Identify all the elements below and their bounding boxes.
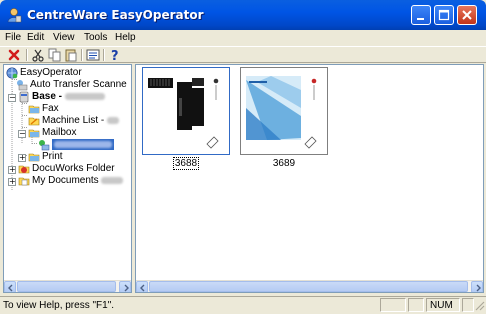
toolbar-separator (103, 49, 105, 61)
status-cell-empty (380, 298, 406, 312)
scroll-right-button[interactable] (119, 281, 131, 292)
app-icon (6, 7, 22, 23)
scroll-right-button[interactable] (471, 281, 483, 292)
machine-list-icon (28, 115, 40, 127)
easyoperator-icon (6, 67, 18, 79)
delete-icon[interactable] (7, 48, 21, 62)
view-horizontal-scrollbar[interactable] (136, 280, 483, 292)
menu-help[interactable]: Help (115, 32, 136, 43)
thumbnail-label: 3688 (172, 157, 200, 170)
toolbar-separator (81, 49, 83, 61)
status-bar: To view Help, press "F1". NUM (0, 296, 486, 313)
menu-view[interactable]: View (53, 32, 75, 43)
minimize-button[interactable] (411, 5, 431, 25)
document-thumbnail[interactable] (142, 67, 230, 155)
menu-bar: File Edit View Tools Help (0, 30, 486, 46)
document-preview (244, 71, 324, 151)
my-documents-label: My Documents (32, 175, 99, 186)
folder-tree[interactable]: EasyOperator Auto Transfer Scanne − Base… (3, 64, 132, 293)
help-icon[interactable]: ? (108, 48, 122, 64)
document-view[interactable]: 3688 3689 (135, 64, 484, 293)
menu-tools[interactable]: Tools (84, 32, 107, 43)
redacted-address (64, 92, 105, 100)
resize-grip-icon[interactable] (474, 300, 485, 314)
scroll-left-button[interactable] (4, 281, 16, 292)
toolbar-separator (26, 49, 28, 61)
svg-text:?: ? (111, 49, 119, 62)
menu-file[interactable]: File (5, 32, 21, 43)
status-cell-empty (462, 298, 474, 312)
tree-horizontal-scrollbar[interactable] (4, 280, 131, 292)
menu-edit[interactable]: Edit (27, 32, 44, 43)
docuworks-icon (18, 163, 30, 175)
mailbox-icon (38, 139, 50, 151)
expander-print[interactable]: + (18, 154, 26, 162)
redacted-text (101, 176, 124, 184)
machine-list-label: Machine List - (42, 115, 105, 126)
folder-open-icon (28, 127, 40, 139)
expander-mailbox[interactable]: − (18, 130, 26, 138)
maximize-button[interactable] (434, 5, 454, 25)
window-title: CentreWare EasyOperator (27, 8, 204, 22)
toolbar: ? (0, 46, 486, 64)
status-cell-empty (408, 298, 424, 312)
selected-mailbox (52, 139, 114, 150)
scanner-icon (16, 79, 28, 91)
redacted-mailbox-name (54, 140, 112, 148)
properties-icon[interactable] (86, 48, 100, 62)
folder-icon (28, 103, 40, 115)
expander-my-documents[interactable]: + (8, 178, 16, 186)
copy-icon[interactable] (48, 48, 62, 62)
status-num-lock: NUM (426, 298, 460, 312)
cut-icon[interactable] (31, 48, 45, 62)
base-label: Base - (32, 91, 63, 102)
redacted-text (107, 116, 120, 124)
scroll-thumb[interactable] (17, 281, 116, 292)
document-thumbnail[interactable] (240, 67, 328, 155)
scroll-thumb[interactable] (149, 281, 468, 292)
my-documents-icon (18, 175, 30, 187)
expander-docuworks[interactable]: + (8, 166, 16, 174)
thumbnail-label: 3689 (272, 158, 296, 169)
status-help-text: To view Help, press "F1". (3, 300, 115, 311)
machine-icon (18, 91, 30, 103)
close-button[interactable] (457, 5, 477, 25)
paste-icon[interactable] (64, 48, 78, 62)
main-window: CentreWare EasyOperator File Edit View T… (0, 0, 486, 313)
scroll-left-button[interactable] (136, 281, 148, 292)
folder-icon (28, 151, 40, 163)
document-preview (146, 71, 226, 151)
title-bar[interactable]: CentreWare EasyOperator (0, 0, 486, 30)
expander-base[interactable]: − (8, 94, 16, 102)
